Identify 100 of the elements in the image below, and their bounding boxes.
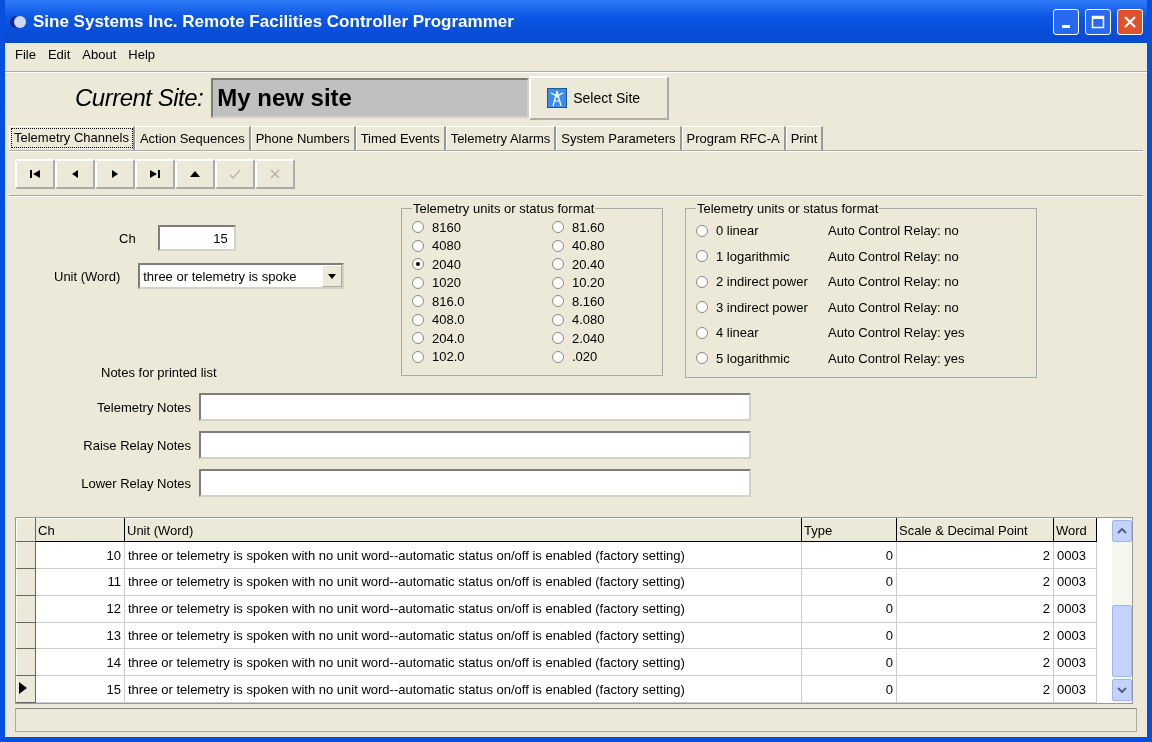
column-header[interactable]: Type: [801, 518, 897, 542]
scroll-thumb[interactable]: [1112, 605, 1132, 677]
select-site-button[interactable]: Select Site: [529, 76, 670, 120]
minimize-button[interactable]: [1053, 8, 1079, 35]
scrollbar[interactable]: [1112, 518, 1132, 703]
radio-option[interactable]: 1 logarithmic: [696, 248, 828, 264]
table-cell: 2: [896, 541, 1054, 569]
menu-item[interactable]: Help: [122, 47, 162, 67]
table-cell: 12: [35, 595, 125, 622]
tab[interactable]: System Parameters: [556, 126, 682, 150]
radio-button[interactable]: [412, 258, 424, 271]
tab[interactable]: Program RFC-A: [681, 126, 786, 150]
column-header[interactable]: Scale & Decimal Point: [896, 518, 1054, 542]
relay-text: Auto Control Relay: yes: [828, 325, 966, 341]
radio-option[interactable]: 4.080: [552, 310, 652, 329]
column-header[interactable]: Unit (Word): [124, 518, 802, 542]
radio-button[interactable]: [552, 313, 564, 326]
maximize-button[interactable]: [1085, 8, 1111, 35]
navigator-button[interactable]: [175, 159, 215, 189]
radio-button[interactable]: [412, 332, 424, 345]
notes-field[interactable]: [199, 469, 751, 497]
tab[interactable]: Telemetry Channels: [9, 126, 135, 150]
table-cell: 11: [35, 568, 125, 596]
radio-button[interactable]: [552, 221, 564, 234]
radio-button[interactable]: [412, 276, 424, 289]
menu-item[interactable]: About: [76, 47, 123, 67]
radio-button[interactable]: [412, 239, 424, 252]
tab[interactable]: Telemetry Alarms: [445, 126, 557, 150]
notes-field[interactable]: [199, 393, 751, 421]
radio-option[interactable]: 4080: [412, 236, 552, 255]
radio-button[interactable]: [696, 301, 708, 314]
radio-option[interactable]: 816.0: [412, 292, 552, 311]
tab[interactable]: Timed Events: [355, 126, 446, 150]
menu-item[interactable]: Edit: [41, 47, 77, 67]
radio-option[interactable]: 5 logarithmic: [696, 350, 828, 366]
radio-button[interactable]: [696, 275, 708, 288]
radio-option[interactable]: 102.0: [412, 347, 552, 366]
dropdown-arrow-icon: [328, 273, 337, 279]
table-cell: 0003: [1053, 568, 1097, 596]
radio-button[interactable]: [696, 250, 708, 263]
unit-dropdown[interactable]: three or telemetry is spoke: [138, 263, 345, 289]
relay-text: Auto Control Relay: no: [828, 274, 960, 290]
current-row-icon: [19, 681, 27, 694]
ch-field[interactable]: 15: [157, 225, 236, 251]
radio-button[interactable]: [552, 258, 564, 271]
table-cell: 2: [896, 675, 1054, 703]
tab[interactable]: Action Sequences: [134, 126, 251, 150]
app-icon: [9, 14, 27, 29]
minimize-icon: [1062, 25, 1070, 28]
radio-button[interactable]: [412, 350, 424, 363]
radio-button[interactable]: [552, 276, 564, 289]
radio-option[interactable]: 10.20: [552, 273, 652, 292]
radio-option[interactable]: 4 linear: [696, 325, 828, 341]
table-cell: 2: [896, 648, 1054, 676]
chevron-up-icon: [1117, 528, 1127, 534]
table-cell: 10: [35, 541, 125, 569]
radio-button[interactable]: [696, 326, 708, 339]
radio-option[interactable]: 2040: [412, 255, 552, 274]
scroll-down-button[interactable]: [1112, 679, 1132, 701]
navigator-button[interactable]: [135, 159, 175, 189]
relay-text: Auto Control Relay: no: [828, 299, 960, 315]
column-header[interactable]: Word: [1053, 518, 1097, 542]
radio-option[interactable]: .020: [552, 347, 652, 366]
radio-button[interactable]: [412, 221, 424, 234]
radio-button[interactable]: [696, 224, 708, 237]
tab[interactable]: Print: [785, 126, 824, 150]
menu-item[interactable]: File: [9, 47, 42, 67]
radio-option[interactable]: 2 indirect power: [696, 274, 828, 290]
unit-label: Unit (Word): [54, 268, 121, 284]
close-button[interactable]: [1117, 8, 1143, 35]
column-header[interactable]: Ch: [35, 518, 125, 542]
radio-option[interactable]: 2.040: [552, 329, 652, 348]
notes-field[interactable]: [199, 431, 751, 459]
tab[interactable]: Phone Numbers: [250, 126, 356, 150]
radio-button[interactable]: [552, 295, 564, 308]
radio-button[interactable]: [412, 295, 424, 308]
radio-option[interactable]: 8160: [412, 218, 552, 237]
radio-button[interactable]: [696, 352, 708, 365]
table-cell: 0: [801, 675, 897, 703]
notes-label: Raise Relay Notes: [82, 437, 192, 453]
scroll-up-button[interactable]: [1112, 520, 1132, 542]
radio-option[interactable]: 1020: [412, 273, 552, 292]
radio-option[interactable]: 408.0: [412, 310, 552, 329]
radio-button[interactable]: [412, 313, 424, 326]
radio-button[interactable]: [552, 332, 564, 345]
radio-option[interactable]: 8.160: [552, 292, 652, 311]
radio-option[interactable]: 81.60: [552, 218, 652, 237]
notes-heading: Notes for printed list: [101, 365, 217, 380]
radio-button[interactable]: [552, 239, 564, 252]
maximize-icon: [1091, 14, 1105, 29]
radio-option[interactable]: 40.80: [552, 236, 652, 255]
table-cell: 15: [35, 675, 125, 703]
radio-option[interactable]: 204.0: [412, 329, 552, 348]
radio-option[interactable]: 0 linear: [696, 223, 828, 239]
radio-button[interactable]: [552, 350, 564, 363]
radio-option[interactable]: 20.40: [552, 255, 652, 274]
radio-option[interactable]: 3 indirect power: [696, 299, 828, 315]
table-cell: 0003: [1053, 675, 1097, 703]
navigator-button[interactable]: [15, 159, 55, 189]
row-indicator[interactable]: [16, 675, 36, 703]
